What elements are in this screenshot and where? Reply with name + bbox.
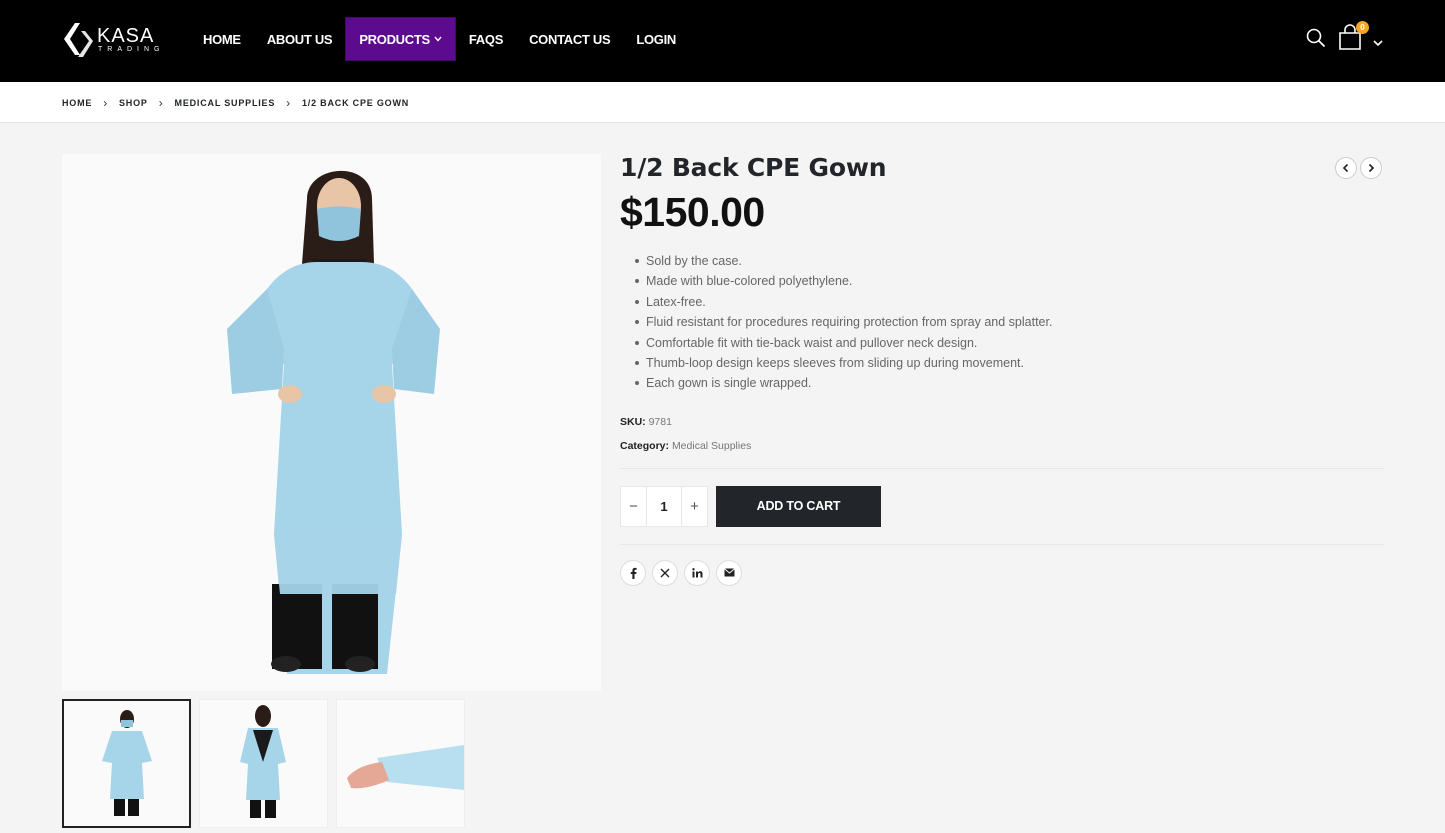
divider bbox=[620, 543, 1384, 545]
logo-wordmark: KASA bbox=[97, 25, 155, 47]
breadcrumb-home[interactable]: HOME bbox=[62, 98, 92, 108]
quantity-stepper: − 1 + bbox=[620, 485, 708, 527]
add-to-cart-form: − 1 + ADD TO CART bbox=[620, 469, 1384, 544]
site-header: KASA TRADING HOME ABOUT US PRODUCTS FAQS… bbox=[0, 0, 1445, 82]
feature-item: Made with blue-colored polyethylene. bbox=[620, 271, 1384, 291]
product-pager bbox=[1335, 157, 1382, 179]
chevron-right-icon bbox=[1368, 163, 1375, 173]
next-product-button[interactable] bbox=[1360, 157, 1382, 179]
nav-about-label: ABOUT US bbox=[266, 31, 333, 47]
chevron-left-icon bbox=[1342, 163, 1349, 173]
category-link[interactable]: Medical Supplies bbox=[672, 440, 751, 452]
add-to-cart-button[interactable]: ADD TO CART bbox=[716, 485, 881, 527]
email-icon[interactable] bbox=[716, 559, 742, 586]
gown-front-image bbox=[227, 170, 440, 674]
cart-icon[interactable]: 0 bbox=[1337, 21, 1369, 52]
chevron-right-icon: › bbox=[286, 96, 291, 110]
quantity-input[interactable]: 1 bbox=[646, 486, 682, 526]
x-twitter-icon[interactable] bbox=[652, 559, 678, 586]
kasa-logo-icon bbox=[64, 23, 93, 57]
category-row: Category: Medical Supplies bbox=[620, 434, 1384, 458]
nav-login-label: LOGIN bbox=[636, 31, 677, 47]
product-meta: SKU: 9781 Category: Medical Supplies bbox=[620, 410, 1384, 458]
share-links bbox=[620, 559, 1384, 586]
feature-item: Thumb-loop design keeps sleeves from sli… bbox=[620, 353, 1384, 373]
product-thumbnails bbox=[62, 699, 465, 828]
breadcrumb-medical-supplies[interactable]: MEDICAL SUPPLIES bbox=[175, 98, 276, 108]
feature-item: Each gown is single wrapped. bbox=[620, 373, 1384, 393]
nav-faqs-label: FAQS bbox=[468, 31, 504, 47]
breadcrumb-current: 1/2 BACK CPE GOWN bbox=[301, 98, 410, 108]
header-actions: 0 bbox=[1305, 21, 1383, 52]
chevron-down-icon bbox=[434, 34, 442, 44]
linkedin-icon[interactable] bbox=[684, 559, 710, 586]
feature-item: Comfortable fit with tie-back waist and … bbox=[620, 333, 1384, 353]
qty-plus-button[interactable]: + bbox=[682, 487, 707, 526]
qty-minus-button[interactable]: − bbox=[621, 487, 646, 526]
product-main-image[interactable] bbox=[62, 154, 601, 691]
nav-home[interactable]: HOME bbox=[190, 17, 254, 61]
search-icon[interactable] bbox=[1305, 27, 1327, 49]
product-summary: 1/2 Back CPE Gown $150.00 Sold by the ca… bbox=[620, 153, 1384, 586]
thumbnail-back[interactable] bbox=[199, 699, 328, 828]
product-title: 1/2 Back CPE Gown bbox=[620, 153, 887, 182]
breadcrumb-bar: HOME › SHOP › MEDICAL SUPPLIES › 1/2 BAC… bbox=[0, 82, 1445, 123]
feature-item: Fluid resistant for procedures requiring… bbox=[620, 312, 1384, 332]
nav-products[interactable]: PRODUCTS bbox=[345, 17, 456, 61]
feature-item: Latex-free. bbox=[620, 292, 1384, 312]
product-price: $150.00 bbox=[620, 189, 765, 235]
prev-product-button[interactable] bbox=[1335, 157, 1357, 179]
nav-faqs[interactable]: FAQS bbox=[456, 17, 516, 61]
sku-row: SKU: 9781 bbox=[620, 410, 1384, 434]
cart-count-badge: 0 bbox=[1356, 21, 1369, 34]
nav-login[interactable]: LOGIN bbox=[623, 17, 689, 61]
facebook-icon[interactable] bbox=[620, 559, 646, 586]
nav-contact-label: CONTACT US bbox=[529, 31, 611, 47]
feature-item: Sold by the case. bbox=[620, 251, 1384, 271]
breadcrumb: HOME › SHOP › MEDICAL SUPPLIES › 1/2 BAC… bbox=[62, 96, 409, 110]
sku-label: SKU: bbox=[620, 415, 646, 428]
thumbnail-front[interactable] bbox=[62, 699, 191, 828]
nav-home-label: HOME bbox=[203, 31, 241, 47]
thumbnail-thumb-loop[interactable] bbox=[336, 699, 465, 828]
sku-value: 9781 bbox=[648, 415, 672, 428]
main-nav: HOME ABOUT US PRODUCTS FAQS CONTACT US L… bbox=[190, 17, 689, 61]
nav-contact-us[interactable]: CONTACT US bbox=[516, 17, 623, 61]
cart-dropdown-chevron-icon[interactable] bbox=[1373, 34, 1383, 47]
chevron-right-icon: › bbox=[158, 96, 164, 110]
site-logo[interactable]: KASA TRADING bbox=[61, 20, 165, 60]
breadcrumb-shop[interactable]: SHOP bbox=[119, 98, 148, 108]
nav-about-us[interactable]: ABOUT US bbox=[254, 17, 346, 61]
chevron-right-icon: › bbox=[103, 96, 108, 110]
nav-products-label: PRODUCTS bbox=[359, 31, 430, 47]
product-features: Sold by the case. Made with blue-colored… bbox=[620, 251, 1384, 394]
logo-subtitle: TRADING bbox=[98, 46, 165, 53]
category-label: Category: bbox=[620, 439, 670, 452]
